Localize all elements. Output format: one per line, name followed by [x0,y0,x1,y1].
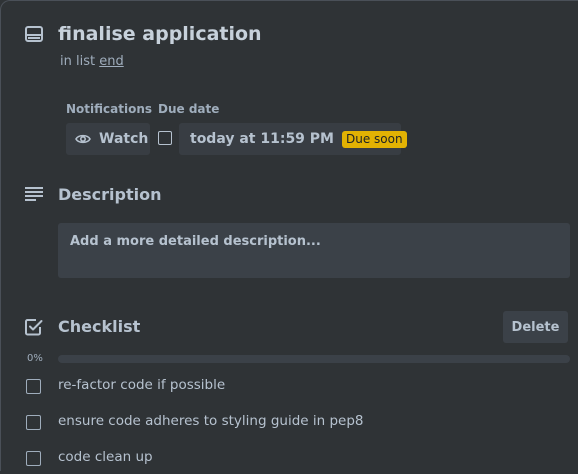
description-input[interactable]: Add a more detailed description... [58,223,570,278]
due-date-complete-checkbox[interactable] [158,131,172,145]
due-date-label: Due date [158,102,220,116]
checklist-item-checkbox[interactable] [26,379,41,394]
delete-checklist-button[interactable]: Delete [503,311,568,343]
in-list-prefix: in list [60,54,96,69]
card-icon [25,26,43,42]
checklist-progress-bar [58,355,570,363]
checklist-item-text[interactable]: ensure code adheres to styling guide in … [58,413,364,429]
description-title: Description [58,185,162,204]
checklist-title: Checklist [58,317,141,336]
eye-icon [75,134,91,144]
card-list-info: in list end [60,54,124,69]
checklist-item[interactable]: code clean up [1,442,578,474]
card-detail-panel: finalise application in list end Notific… [0,0,578,471]
checklist-icon [25,319,43,336]
checklist-progress-percent: 0% [27,353,43,364]
description-lines-icon [25,187,43,201]
watch-button[interactable]: Watch [66,123,150,155]
checklist-item[interactable]: re-factor code if possible [1,370,578,402]
checklist-item-text[interactable]: code clean up [58,449,153,465]
checklist-item[interactable]: ensure code adheres to styling guide in … [1,406,578,438]
card-title[interactable]: finalise application [58,23,262,45]
checklist-item-checkbox[interactable] [26,415,41,430]
list-link[interactable]: end [99,54,124,69]
checklist-item-text[interactable]: re-factor code if possible [58,377,225,393]
due-date-button[interactable]: today at 11:59 PM Due soon [179,123,407,155]
due-date-value: today at 11:59 PM [190,131,334,147]
checklist-item-checkbox[interactable] [26,451,41,466]
due-soon-badge: Due soon [342,130,407,148]
notifications-label: Notifications [66,102,153,116]
watch-label: Watch [99,131,149,147]
